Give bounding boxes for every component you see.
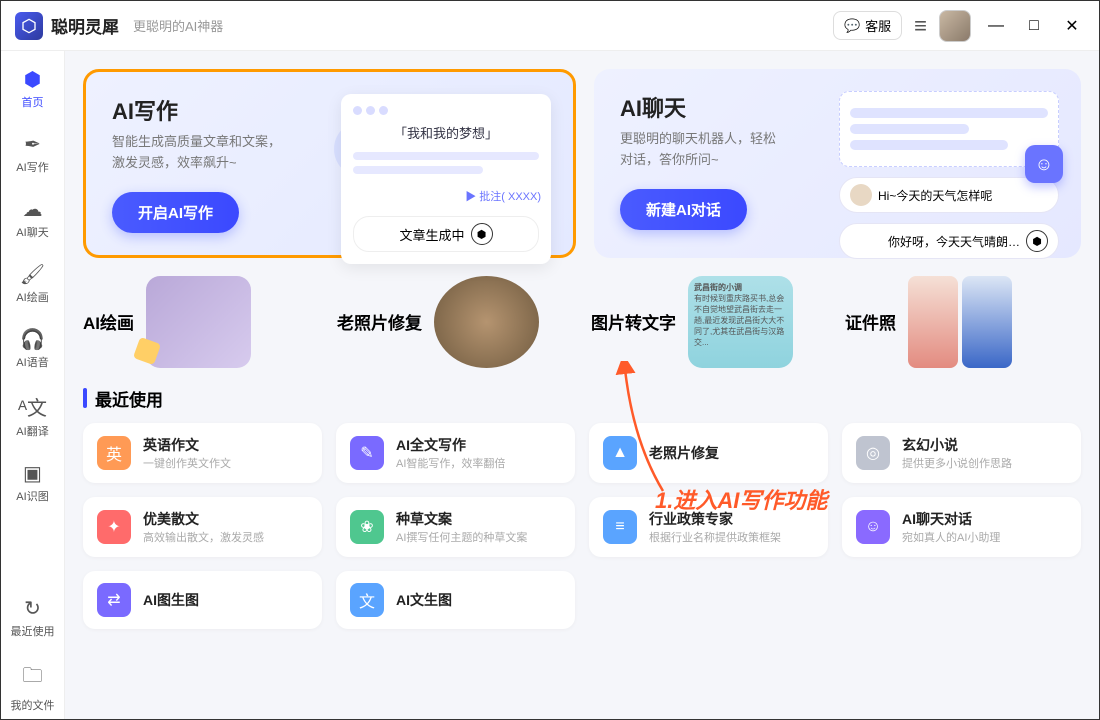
card-subtitle: 一键创作英文作文 <box>143 455 231 471</box>
sidebar-item-paint[interactable]: 🖌AI绘画 <box>9 256 57 311</box>
card-icon: ✦ <box>97 510 131 544</box>
recent-card[interactable]: ❀ 种草文案 AI撰写任何主题的种草文案 <box>336 497 575 557</box>
id-thumb-icon <box>908 276 1012 368</box>
tile-id-photo[interactable]: 证件照 <box>845 276 1081 368</box>
sidebar: ⬢首页 ✒AI写作 ☁AI聊天 🖌AI绘画 🎧AI语音 ᴬ文AI翻译 ▣AI识图… <box>1 51 65 719</box>
generation-status: 文章生成中 ⬢ <box>353 216 539 252</box>
recent-header: 最近使用 <box>83 386 1081 411</box>
recent-card[interactable]: 文 AI文生图 <box>336 571 575 629</box>
chat-bubble-user: Hi~今天的天气怎样呢 <box>839 177 1059 213</box>
hero-write-title: AI写作 <box>112 94 340 126</box>
card-title: 行业政策专家 <box>649 509 781 529</box>
doc-thumb-icon: 武昌街的小调有时候到重庆路买书,总会不自觉地望武昌街去走一趟,最近发现武昌街大大… <box>688 276 793 368</box>
scan-icon: ▣ <box>23 461 42 486</box>
chat-bubble-icon: ☁ <box>23 197 43 222</box>
sidebar-item-files[interactable]: 🗀我的文件 <box>9 655 57 719</box>
brush-icon: 🖌 <box>20 262 45 287</box>
sidebar-item-translate[interactable]: ᴬ文AI翻译 <box>9 386 57 445</box>
card-icon: 文 <box>350 583 384 617</box>
card-title: 玄幻小说 <box>902 435 1012 455</box>
chat-bubble-ai: 你好呀，今天天气晴朗…⬢ <box>839 223 1059 259</box>
home-icon: ⬢ <box>24 67 41 92</box>
card-icon: ≡ <box>603 510 637 544</box>
chat-float-icon: ☺ <box>1025 145 1063 183</box>
card-icon: ⇄ <box>97 583 131 617</box>
card-icon: ❀ <box>350 510 384 544</box>
preview-doc-title: 「我和我的梦想」 <box>353 123 539 142</box>
photo-thumb-icon <box>434 276 539 368</box>
tile-photo-restore[interactable]: 老照片修复 <box>337 276 573 368</box>
sidebar-item-write[interactable]: ✒AI写作 <box>9 126 57 181</box>
new-ai-chat-button[interactable]: 新建AI对话 <box>620 189 747 230</box>
paint-thumb-icon <box>146 276 251 368</box>
card-icon: ◎ <box>856 436 890 470</box>
headphone-icon: 🎧 <box>20 327 45 352</box>
window-minimize-button[interactable]: — <box>983 17 1009 35</box>
recent-card[interactable]: 英 英语作文 一键创作英文作文 <box>83 423 322 483</box>
hero-ai-write-card[interactable]: AI写作 智能生成高质量文章和文案，激发灵感，效率飙升~ 开启AI写作 AI 「… <box>83 69 576 258</box>
menu-icon[interactable]: ≡ <box>914 13 927 39</box>
sidebar-item-home[interactable]: ⬢首页 <box>9 61 57 116</box>
recent-card[interactable]: ≡ 行业政策专家 根据行业名称提供政策框架 <box>589 497 828 557</box>
recent-grid: 英 英语作文 一键创作英文作文✎ AI全文写作 AI智能写作，效率翻倍▲ 老照片… <box>83 423 1081 629</box>
card-title: AI图生图 <box>143 590 199 610</box>
service-label: 客服 <box>865 16 891 35</box>
sidebar-item-chat[interactable]: ☁AI聊天 <box>9 191 57 246</box>
card-subtitle: 根据行业名称提供政策框架 <box>649 529 781 545</box>
app-name: 聪明灵犀 <box>51 13 119 38</box>
window-close-button[interactable]: ✕ <box>1059 16 1085 36</box>
card-icon: 英 <box>97 436 131 470</box>
titlebar: 聪明灵犀 更聪明的AI神器 💬 客服 ≡ — □ ✕ <box>1 1 1099 51</box>
card-title: 老照片修复 <box>649 443 719 463</box>
card-title: AI聊天对话 <box>902 509 1000 529</box>
hero-write-desc: 智能生成高质量文章和文案，激发灵感，效率飙升~ <box>112 132 340 174</box>
hero-chat-title: AI聊天 <box>620 91 848 123</box>
chat-icon: 💬 <box>844 18 860 34</box>
chat-preview-panel: ☺ Hi~今天的天气怎样呢 你好呀，今天天气晴朗…⬢ <box>839 91 1059 259</box>
customer-service-button[interactable]: 💬 客服 <box>833 11 902 40</box>
annotation-note: ▶ 批注( XXXX) <box>465 188 541 204</box>
sidebar-item-recent[interactable]: ↻最近使用 <box>9 590 57 645</box>
card-subtitle: 提供更多小说创作思路 <box>902 455 1012 471</box>
mini-avatar-icon <box>850 184 872 206</box>
logo-mark-icon: ⬢ <box>1026 230 1048 252</box>
card-icon: ☺ <box>856 510 890 544</box>
start-ai-write-button[interactable]: 开启AI写作 <box>112 192 239 233</box>
translate-icon: ᴬ文 <box>18 392 47 421</box>
card-icon: ▲ <box>603 436 637 470</box>
logo-mark-icon: ⬢ <box>471 223 493 245</box>
clock-icon: ↻ <box>24 596 41 621</box>
card-title: 优美散文 <box>143 509 264 529</box>
card-subtitle: AI撰写任何主题的种草文案 <box>396 529 527 545</box>
card-subtitle: AI智能写作，效率翻倍 <box>396 455 505 471</box>
folder-icon: 🗀 <box>23 661 43 695</box>
window-maximize-button[interactable]: □ <box>1021 17 1047 35</box>
write-preview-panel: 「我和我的梦想」 ▶ 批注( XXXX) 文章生成中 ⬢ <box>341 94 551 264</box>
card-title: 种草文案 <box>396 509 527 529</box>
recent-card[interactable]: ⇄ AI图生图 <box>83 571 322 629</box>
recent-card[interactable]: ◎ 玄幻小说 提供更多小说创作思路 <box>842 423 1081 483</box>
card-title: 英语作文 <box>143 435 231 455</box>
main-content: AI写作 智能生成高质量文章和文案，激发灵感，效率飙升~ 开启AI写作 AI 「… <box>65 51 1099 719</box>
hero-chat-desc: 更聪明的聊天机器人，轻松对话，答你所问~ <box>620 129 848 171</box>
recent-card[interactable]: ✦ 优美散文 高效输出散文，激发灵感 <box>83 497 322 557</box>
app-subtitle: 更聪明的AI神器 <box>133 16 223 35</box>
sidebar-item-ocr[interactable]: ▣AI识图 <box>9 455 57 510</box>
card-subtitle: 高效输出散文，激发灵感 <box>143 529 264 545</box>
tile-ocr[interactable]: 图片转文字 武昌街的小调有时候到重庆路买书,总会不自觉地望武昌街去走一趟,最近发… <box>591 276 827 368</box>
card-subtitle: 宛如真人的AI小助理 <box>902 529 1000 545</box>
recent-card[interactable]: ☺ AI聊天对话 宛如真人的AI小助理 <box>842 497 1081 557</box>
sidebar-item-voice[interactable]: 🎧AI语音 <box>9 321 57 376</box>
tile-ai-paint[interactable]: AI绘画 <box>83 276 319 368</box>
recent-card[interactable]: ▲ 老照片修复 <box>589 423 828 483</box>
card-title: AI文生图 <box>396 590 452 610</box>
user-avatar[interactable] <box>939 10 971 42</box>
hero-ai-chat-card[interactable]: AI聊天 更聪明的聊天机器人，轻松对话，答你所问~ 新建AI对话 ☺ Hi~今天… <box>594 69 1081 258</box>
feather-icon: ✒ <box>24 132 41 157</box>
recent-card[interactable]: ✎ AI全文写作 AI智能写作，效率翻倍 <box>336 423 575 483</box>
card-icon: ✎ <box>350 436 384 470</box>
app-logo-icon <box>15 12 43 40</box>
card-title: AI全文写作 <box>396 435 505 455</box>
